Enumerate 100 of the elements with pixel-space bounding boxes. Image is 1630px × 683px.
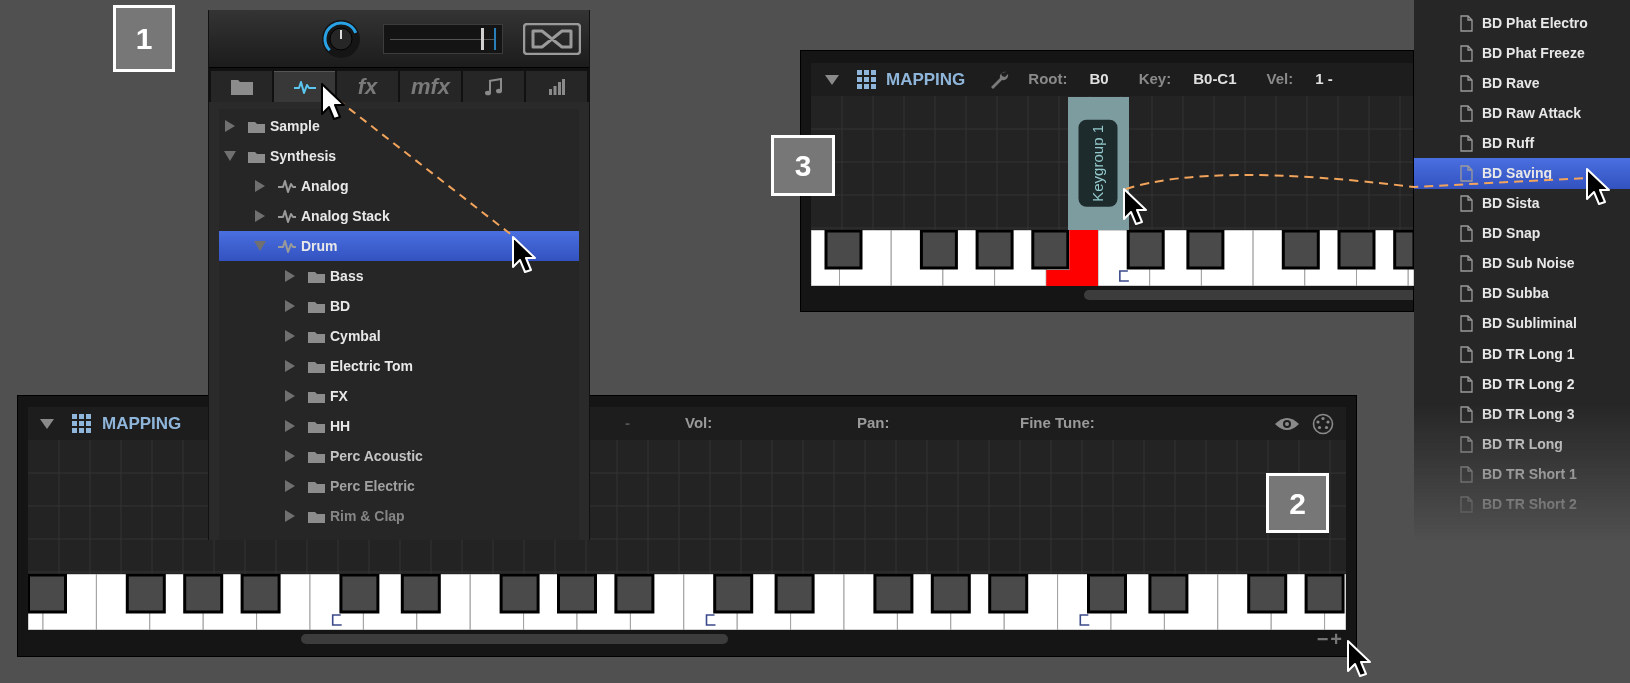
- disclosure-triangle-icon[interactable]: [283, 419, 297, 433]
- preset-item[interactable]: BD Subba: [1414, 278, 1630, 309]
- field-label: -: [625, 413, 631, 434]
- keyboard-drawing[interactable]: [811, 230, 1414, 286]
- document-icon: [1460, 14, 1473, 32]
- document-icon: [1460, 405, 1473, 423]
- dotted-circle-icon[interactable]: [1312, 412, 1334, 435]
- preset-item[interactable]: BD TR Long: [1414, 429, 1630, 460]
- waveform-icon: [278, 208, 296, 224]
- field-value: B0-C1: [1193, 69, 1237, 90]
- field-label: Pan:: [857, 413, 891, 434]
- preset-item[interactable]: BD TR Short 1: [1414, 459, 1630, 490]
- volume-slider[interactable]: [383, 23, 503, 54]
- tree-item[interactable]: Electric Tom: [219, 351, 579, 381]
- zoom-button[interactable]: −: [1316, 629, 1329, 649]
- document-icon: [1460, 225, 1473, 243]
- tree-item[interactable]: Sample: [219, 111, 579, 141]
- folder-icon: [308, 299, 325, 313]
- tree-item[interactable]: Cymbal: [219, 321, 579, 351]
- browser-tab[interactable]: mfx: [400, 71, 461, 102]
- tree-item[interactable]: Perc Electric: [219, 471, 579, 501]
- preset-item[interactable]: BD Raw Attack: [1414, 98, 1630, 129]
- scrollbar-thumb[interactable]: [301, 634, 728, 644]
- preset-item[interactable]: BD Sub Noise: [1414, 248, 1630, 279]
- collapse-triangle-icon[interactable]: [39, 416, 55, 431]
- tree-item[interactable]: HH: [219, 411, 579, 441]
- preset-item[interactable]: BD Ruff: [1414, 128, 1630, 159]
- tree-item[interactable]: Perc Acoustic: [219, 441, 579, 471]
- preset-item[interactable]: BD Rave: [1414, 68, 1630, 99]
- folder-icon: [308, 389, 325, 403]
- preset-item[interactable]: BD Sista: [1414, 188, 1630, 219]
- document-icon: [1460, 104, 1473, 122]
- collapse-triangle-icon[interactable]: [824, 72, 840, 87]
- logo-icon: [523, 22, 581, 55]
- disclosure-triangle-icon[interactable]: [283, 329, 297, 343]
- preset-item[interactable]: BD TR Long 3: [1414, 399, 1630, 430]
- preset-item[interactable]: BD Snap: [1414, 218, 1630, 249]
- panel-title: MAPPING: [886, 68, 966, 91]
- tree-item[interactable]: Analog Stack: [219, 201, 579, 231]
- tree-item[interactable]: Bass: [219, 261, 579, 291]
- folder-icon: [308, 359, 325, 373]
- folder-icon: [248, 119, 265, 133]
- field-label: Fine Tune:: [1020, 413, 1095, 434]
- tree-item[interactable]: BD: [219, 291, 579, 321]
- tree-item[interactable]: Synthesis: [219, 141, 579, 171]
- preset-item[interactable]: BD Saving: [1414, 158, 1630, 189]
- tree-item[interactable]: Drum: [219, 231, 579, 261]
- field-value: 1 -: [1315, 69, 1333, 90]
- folder-icon: [308, 479, 325, 493]
- folder-icon: [308, 269, 325, 283]
- tree-item[interactable]: Analog: [219, 171, 579, 201]
- cursor-icon: [320, 82, 346, 122]
- browser-tab[interactable]: fx: [337, 71, 398, 102]
- preset-item[interactable]: BD Phat Electro: [1414, 8, 1630, 39]
- document-icon: [1460, 165, 1473, 182]
- slider-thumb[interactable]: [480, 27, 484, 50]
- preset-item[interactable]: BD Subliminal: [1414, 308, 1630, 340]
- highlighted-key[interactable]: [1046, 230, 1098, 286]
- disclosure-triangle-icon[interactable]: [283, 269, 297, 283]
- document-icon: [1460, 345, 1473, 363]
- field-value: B0: [1089, 69, 1109, 90]
- grid-icon[interactable]: [72, 414, 91, 433]
- disclosure-triangle-icon[interactable]: [283, 359, 297, 373]
- folder-icon: [248, 149, 265, 163]
- waveform-icon: [293, 79, 316, 95]
- disclosure-triangle-icon[interactable]: [283, 479, 297, 493]
- document-icon: [1460, 195, 1473, 213]
- disclosure-triangle-icon[interactable]: [253, 209, 267, 223]
- cursor-icon: [1585, 167, 1611, 207]
- field-label: Vel:: [1266, 69, 1294, 90]
- disclosure-triangle-icon[interactable]: [223, 149, 237, 163]
- volume-knob[interactable]: [321, 18, 361, 59]
- callout-number: 1: [113, 5, 175, 72]
- document-icon: [1460, 496, 1473, 514]
- tree-item[interactable]: Rim & Clap: [219, 501, 579, 531]
- keygroup-label: Keygroup 1: [1079, 120, 1118, 207]
- preset-item[interactable]: BD TR Long 2: [1414, 369, 1630, 400]
- disclosure-triangle-icon[interactable]: [283, 509, 297, 523]
- callout-number: 2: [1266, 473, 1329, 533]
- folder-icon: [308, 449, 325, 463]
- callout-number: 3: [771, 135, 835, 196]
- preset-item[interactable]: BD TR Long 1: [1414, 339, 1630, 370]
- wrench-icon[interactable]: [989, 69, 1010, 90]
- waveform-icon: [278, 238, 296, 254]
- document-icon: [1460, 285, 1473, 303]
- disclosure-triangle-icon[interactable]: [283, 449, 297, 463]
- zoom-button[interactable]: +: [1330, 629, 1342, 649]
- disclosure-triangle-icon[interactable]: [223, 119, 237, 133]
- keyboard-drawing[interactable]: [28, 574, 1346, 630]
- tree-item[interactable]: FX: [219, 381, 579, 411]
- field-label: Key:: [1138, 69, 1172, 90]
- disclosure-triangle-icon[interactable]: [283, 299, 297, 313]
- keygroup-block[interactable]: Keygroup 1: [1068, 97, 1129, 230]
- disclosure-triangle-icon[interactable]: [283, 389, 297, 403]
- eye-icon[interactable]: [1274, 415, 1300, 432]
- scrollbar-thumb[interactable]: [1084, 290, 1413, 300]
- bar-chart-icon: [548, 78, 565, 95]
- grid-icon[interactable]: [857, 70, 876, 89]
- preset-item[interactable]: BD Phat Freeze: [1414, 38, 1630, 69]
- disclosure-triangle-icon[interactable]: [253, 179, 267, 193]
